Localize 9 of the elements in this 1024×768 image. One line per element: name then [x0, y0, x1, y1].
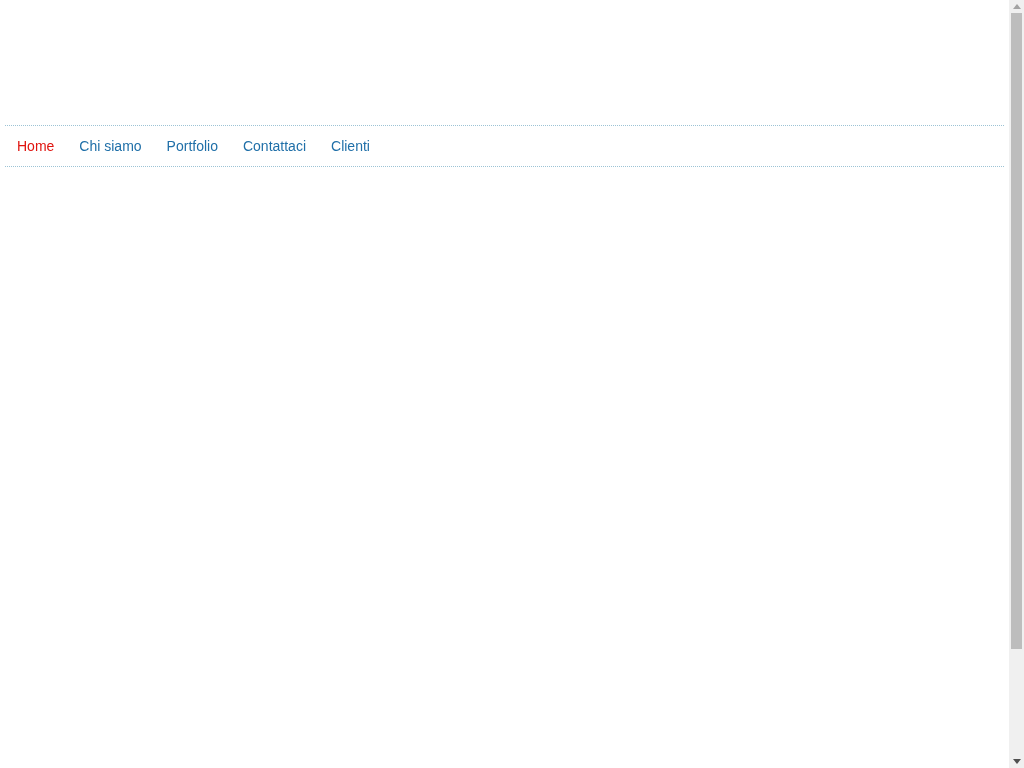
- scrollbar[interactable]: [1009, 0, 1024, 768]
- nav-link[interactable]: Home: [17, 135, 55, 157]
- nav-link[interactable]: Contattaci: [242, 135, 306, 157]
- scroll-up-icon[interactable]: [1012, 4, 1021, 9]
- nav-link[interactable]: Clienti: [331, 135, 370, 157]
- nav-link[interactable]: Chi siamo: [79, 135, 142, 157]
- nav-link[interactable]: Portfolio: [166, 135, 218, 157]
- scrollbar-thumb[interactable]: [1011, 13, 1022, 649]
- scroll-down-icon[interactable]: [1012, 759, 1021, 764]
